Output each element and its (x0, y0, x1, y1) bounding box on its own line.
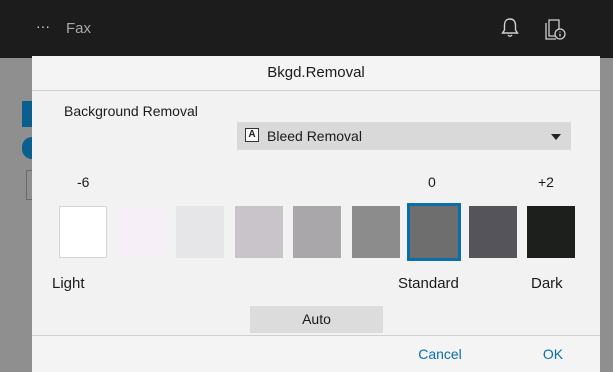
removal-mode-value: Bleed Removal (267, 128, 362, 144)
background-panel-right (600, 58, 613, 371)
density-level-swatch[interactable] (59, 206, 107, 258)
menu-icon[interactable]: ··· (31, 18, 55, 40)
background-removal-label: Background Removal (64, 103, 198, 119)
dialog-footer: Cancel OK (32, 335, 600, 372)
density-level-swatch[interactable] (293, 206, 341, 258)
removal-mode-select[interactable]: A Bleed Removal (237, 122, 571, 150)
auto-button[interactable]: Auto (250, 306, 383, 333)
density-level-selector (59, 203, 579, 262)
scale-mid-number: 0 (428, 174, 436, 190)
text-mode-icon: A (245, 128, 259, 142)
bell-icon[interactable] (497, 15, 523, 41)
density-level-swatch[interactable] (407, 203, 461, 261)
density-level-swatch[interactable] (235, 206, 283, 258)
app-title: Fax (66, 20, 92, 37)
top-bar: ··· Fax (0, 0, 613, 58)
density-level-swatch[interactable] (469, 206, 517, 258)
light-label: Light (52, 275, 85, 292)
density-level-swatch[interactable] (527, 206, 575, 258)
density-level-swatch[interactable] (176, 206, 224, 258)
dark-label: Dark (531, 275, 563, 292)
job-status-icon[interactable] (541, 15, 569, 43)
ok-button[interactable]: OK (518, 336, 588, 372)
scale-min-number: -6 (77, 174, 90, 190)
chevron-down-icon (551, 134, 561, 140)
background-tab (22, 101, 32, 127)
cancel-button[interactable]: Cancel (397, 336, 483, 372)
standard-label: Standard (398, 275, 459, 292)
scale-max-number: +2 (538, 174, 554, 190)
density-level-swatch[interactable] (118, 206, 166, 258)
dialog-title: Bkgd.Removal (32, 56, 600, 91)
bkgd-removal-dialog: Bkgd.Removal Background Removal A Bleed … (32, 56, 600, 372)
density-level-swatch[interactable] (352, 206, 400, 258)
